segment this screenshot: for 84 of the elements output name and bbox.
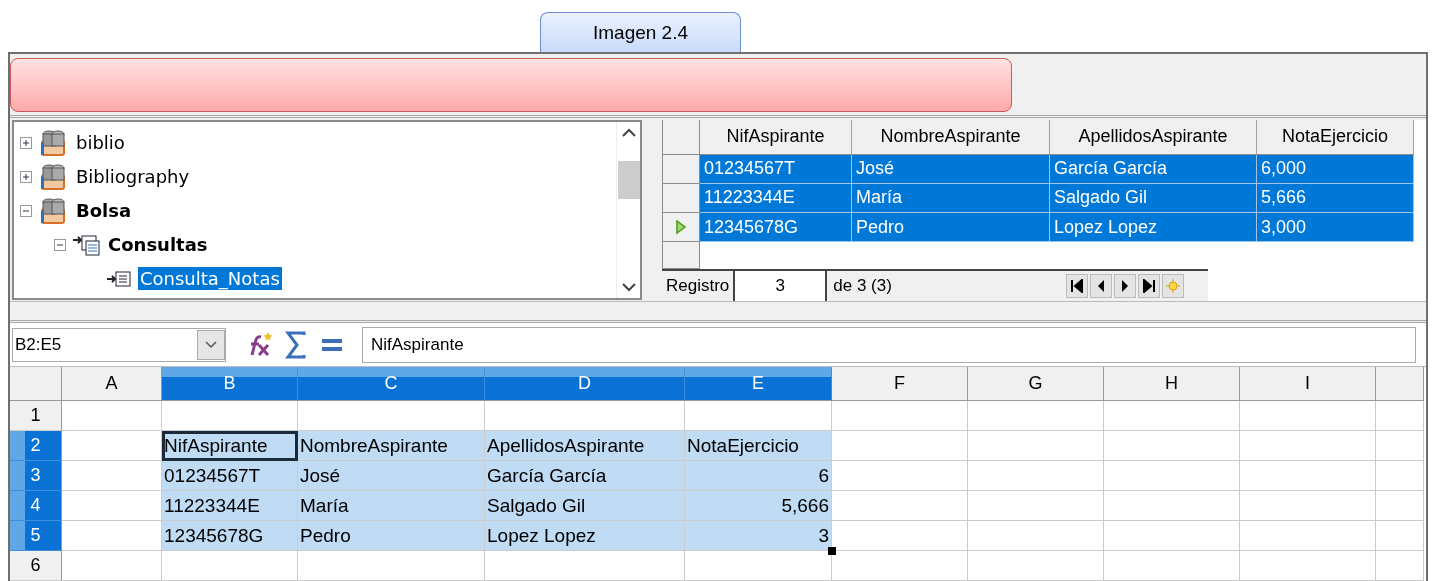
column-header[interactable]: B: [162, 367, 298, 401]
cell: Pedro: [298, 521, 485, 551]
grid-cell: 3,000: [1257, 212, 1414, 243]
record-field[interactable]: 3: [735, 271, 828, 301]
record-total: de 3 (3): [832, 275, 893, 296]
cell: NotaEjercicio: [685, 431, 832, 461]
tree-item[interactable]: Consulta_Notas: [138, 267, 282, 290]
grid-cell: 5,666: [1257, 183, 1414, 213]
column-header[interactable]: H: [1104, 367, 1240, 401]
query-icon: [106, 269, 132, 288]
column-header[interactable]: D: [485, 367, 685, 401]
row-header[interactable]: 6: [10, 551, 62, 581]
column-header[interactable]: C: [298, 367, 485, 401]
tree-item[interactable]: Bibliography: [74, 165, 192, 188]
sun-icon: [1166, 278, 1181, 293]
cell: 12345678G: [162, 521, 298, 551]
column-header[interactable]: G: [968, 367, 1104, 401]
column-header[interactable]: NifAspirante: [700, 119, 852, 155]
column-header[interactable]: NotaEjercicio: [1257, 119, 1414, 155]
equals-icon: [321, 336, 343, 353]
expand-icon[interactable]: [20, 170, 32, 183]
cell: 01234567T: [162, 461, 298, 491]
first-icon: [1071, 278, 1084, 293]
grid-corner: [662, 119, 700, 155]
collapse-icon[interactable]: [54, 238, 66, 251]
next-record-button[interactable]: [1114, 273, 1137, 298]
column-header[interactable]: F: [832, 367, 968, 401]
previous-record-button[interactable]: [1090, 273, 1113, 298]
grid-cell: María: [852, 183, 1050, 213]
expand-icon[interactable]: [20, 136, 32, 149]
name-box[interactable]: B2:E5: [12, 327, 226, 362]
fill-handle[interactable]: [828, 547, 836, 555]
cell-range: B2:E5: [15, 334, 62, 355]
current-row-icon: [675, 219, 687, 235]
previous-icon: [1096, 278, 1107, 293]
cell: NombreAspirante: [298, 431, 485, 461]
cell: García García: [485, 461, 685, 491]
first-record-button[interactable]: [1066, 273, 1089, 298]
last-icon: [1143, 278, 1156, 293]
grid-cell: Lopez Lopez: [1050, 212, 1257, 243]
column-header[interactable]: E: [685, 367, 832, 401]
grid-cell: José: [852, 154, 1050, 184]
last-record-button[interactable]: [1138, 273, 1161, 298]
cell: Salgado Gil: [485, 491, 685, 521]
column-header[interactable]: A: [62, 367, 162, 401]
column-header[interactable]: I: [1240, 367, 1376, 401]
scroll-down-icon[interactable]: [621, 282, 636, 292]
grid-cell: 11223344E: [700, 183, 852, 213]
collapse-icon[interactable]: [20, 204, 32, 217]
tree-item[interactable]: Bolsa: [74, 199, 134, 222]
scrollbar-thumb[interactable]: [617, 160, 640, 199]
cell: José: [298, 461, 485, 491]
column-header[interactable]: NombreAspirante: [852, 119, 1050, 155]
cell: 5,666: [685, 491, 832, 521]
grid-cell: 6,000: [1257, 154, 1414, 184]
database-icon: [38, 128, 68, 157]
chevron-down-icon: [205, 340, 217, 349]
tree-item[interactable]: biblio: [74, 131, 127, 154]
database-icon: [38, 196, 68, 225]
grid-cell: 01234567T: [700, 154, 852, 184]
row-header[interactable]: 5: [10, 521, 62, 551]
next-icon: [1120, 278, 1131, 293]
dropdown-button[interactable]: [197, 329, 225, 360]
row-selector[interactable]: [662, 242, 700, 270]
cell: Lopez Lopez: [485, 521, 685, 551]
grid-cell: Salgado Gil: [1050, 183, 1257, 213]
database-icon: [38, 162, 68, 191]
cell: ApellidosAspirante: [485, 431, 685, 461]
cell: NifAspirante: [162, 431, 298, 461]
row-header[interactable]: 2: [10, 431, 62, 461]
tree-item[interactable]: Consultas: [106, 233, 210, 256]
grid-cell: Pedro: [852, 212, 1050, 243]
cell: 6: [685, 461, 832, 491]
column-header[interactable]: ApellidosAspirante: [1050, 119, 1257, 155]
formula-input[interactable]: NifAspirante: [362, 326, 1416, 363]
sigma-icon: [285, 330, 307, 359]
cell: 11223344E: [162, 491, 298, 521]
cell: María: [298, 491, 485, 521]
row-header[interactable]: 1: [10, 401, 62, 431]
grid-cell: García García: [1050, 154, 1257, 184]
row-header[interactable]: 3: [10, 461, 62, 491]
grid-cell: 12345678G: [700, 212, 852, 243]
row-header[interactable]: 4: [10, 491, 62, 521]
scroll-up-icon[interactable]: [621, 127, 636, 137]
